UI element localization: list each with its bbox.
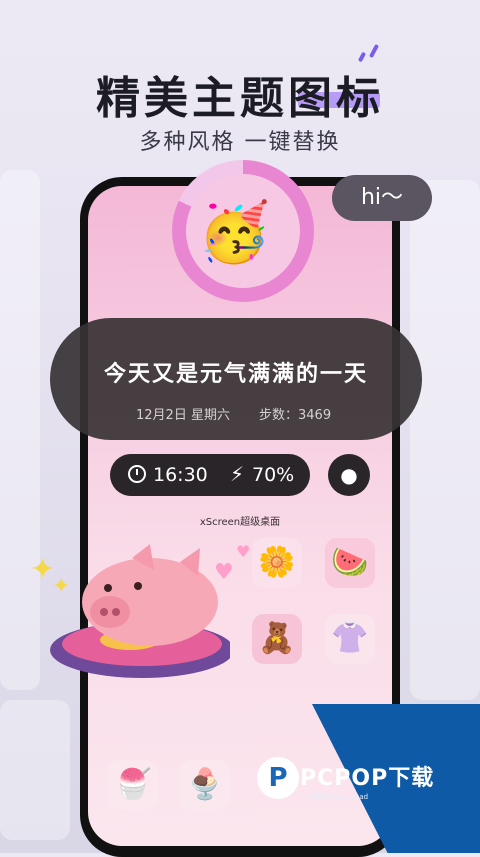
greeting-bubble: hi～ — [332, 175, 432, 221]
bg-card-right — [410, 180, 480, 700]
bear-app-icon[interactable]: 🧸 — [252, 614, 302, 664]
party-face-icon: 🥳 — [198, 198, 271, 266]
banner-date: 12月2日 星期六 — [136, 408, 230, 423]
spark-decoration — [357, 51, 367, 63]
battery-value: 70% — [252, 464, 295, 486]
banner-steps: 步数：3469 — [259, 408, 332, 423]
bg-card-left — [0, 170, 40, 690]
apple-icon[interactable]: ● — [328, 454, 370, 496]
spark-decoration — [368, 43, 380, 59]
pcpop-logo-icon: P — [257, 757, 299, 799]
watermelon-app-icon[interactable]: 🍉 — [325, 538, 375, 588]
subheadline: 多种风格 一键替换 — [139, 130, 341, 155]
icecream-app-icon[interactable]: 🍧 — [108, 760, 158, 810]
clock-icon — [128, 465, 146, 483]
watermark-brand: PCPOP下载 — [300, 766, 435, 791]
banner-title: 今天又是元气满满的一天 — [103, 362, 368, 387]
bg-card-bottom-left — [0, 700, 70, 840]
shirt-app-icon[interactable]: 👚 — [325, 614, 375, 664]
sundae-app-icon[interactable]: 🍨 — [180, 760, 230, 810]
flower-app-icon[interactable]: 🌼 — [252, 538, 302, 588]
bolt-icon: ⚡ — [230, 462, 245, 486]
headline-text: 精美主题图标 — [96, 73, 384, 124]
time-value: 16:30 — [153, 464, 208, 486]
headline: 精美主题图标 — [0, 62, 480, 126]
heart-icon: ♥ — [236, 542, 251, 561]
pig-illustration — [50, 544, 230, 678]
watermark-sub: PCPOP Download — [308, 793, 369, 801]
app-caption: xScreen超级桌面 — [199, 517, 281, 528]
